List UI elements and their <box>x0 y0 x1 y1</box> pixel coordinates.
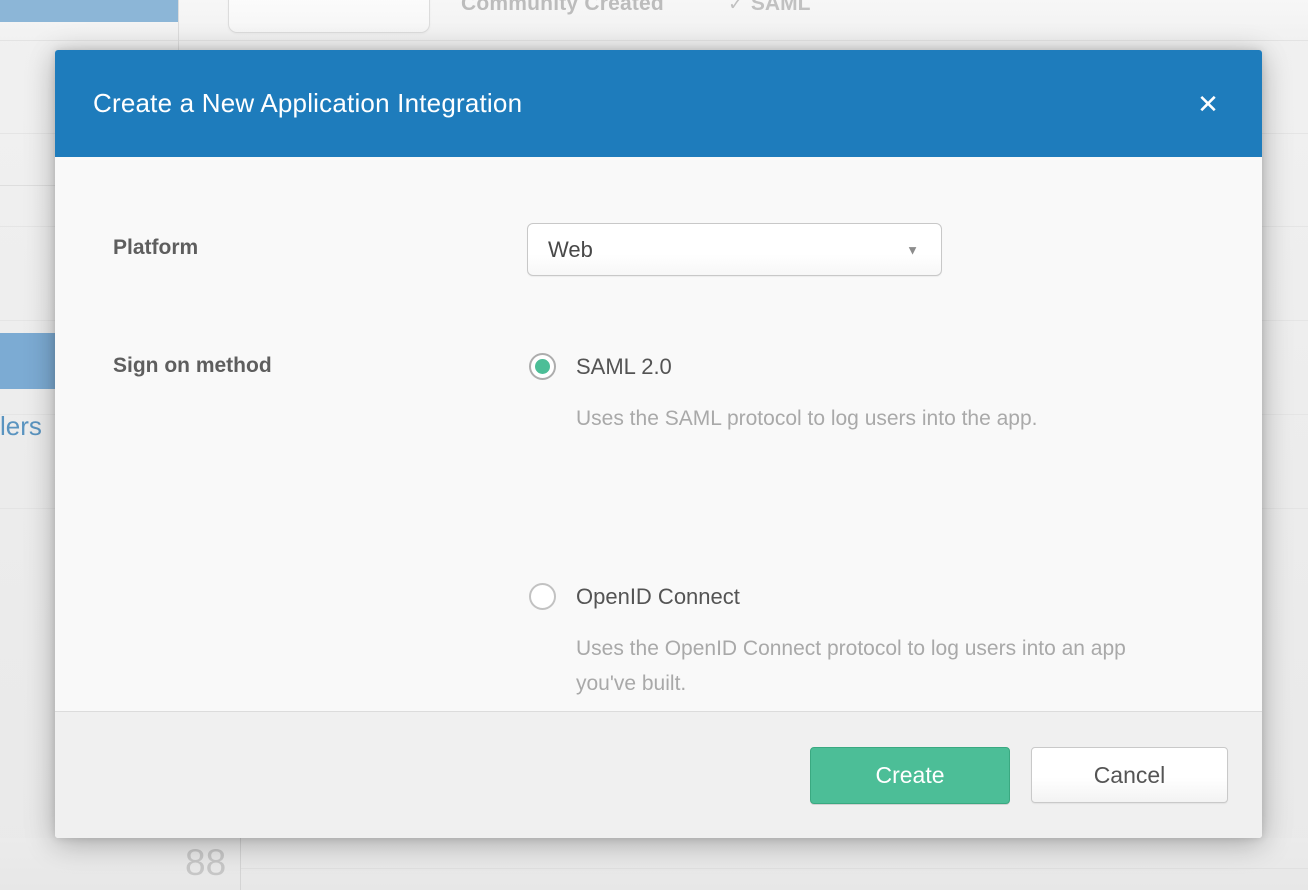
background-column-divider-bottom <box>240 838 241 890</box>
radio-openid-label: OpenID Connect <box>576 584 740 610</box>
modal-title: Create a New Application Integration <box>93 88 522 119</box>
background-sidebar-link-fragment: lers <box>0 411 42 442</box>
radio-button-icon[interactable] <box>529 583 556 610</box>
check-icon: ✓ <box>728 0 744 15</box>
background-rowline-bottom <box>241 868 1308 869</box>
background-selected-tab <box>0 0 178 22</box>
platform-label: Platform <box>113 236 198 260</box>
background-filter-button <box>228 0 430 33</box>
radio-option-saml: SAML 2.0 Uses the SAML protocol to log u… <box>529 353 1037 436</box>
platform-dropdown-value: Web <box>548 237 593 263</box>
background-sort-label: SAML <box>751 0 811 15</box>
radio-option-openid: OpenID Connect Uses the OpenID Connect p… <box>529 583 1176 701</box>
create-app-integration-modal: Create a New Application Integration ✕ P… <box>55 50 1262 838</box>
radio-button-icon[interactable] <box>529 353 556 380</box>
radio-openid[interactable]: OpenID Connect <box>529 583 1176 610</box>
background-column-header-label: Community Created <box>461 0 664 16</box>
radio-selected-dot <box>535 359 550 374</box>
radio-saml-description: Uses the SAML protocol to log users into… <box>576 401 1037 436</box>
background-column-divider <box>178 0 179 50</box>
modal-header: Create a New Application Integration ✕ <box>55 50 1262 157</box>
modal-footer: Create Cancel <box>55 711 1262 838</box>
radio-openid-description: Uses the OpenID Connect protocol to log … <box>576 631 1176 701</box>
close-icon[interactable]: ✕ <box>1186 82 1230 126</box>
platform-dropdown[interactable]: Web ▼ <box>527 223 942 276</box>
background-sidebar-divider <box>0 185 55 186</box>
cancel-button[interactable]: Cancel <box>1031 747 1228 803</box>
background-sidebar-highlight <box>0 333 55 389</box>
background-sort-column: ✓ SAML <box>728 0 810 16</box>
modal-body: Platform Web ▼ Sign on method SAML 2.0 U… <box>55 157 1262 711</box>
chevron-down-icon: ▼ <box>906 242 919 257</box>
radio-saml[interactable]: SAML 2.0 <box>529 353 1037 380</box>
radio-saml-label: SAML 2.0 <box>576 354 672 380</box>
create-button[interactable]: Create <box>810 747 1010 804</box>
sign-on-method-label: Sign on method <box>113 354 272 378</box>
background-row-count: 88 <box>185 842 226 884</box>
